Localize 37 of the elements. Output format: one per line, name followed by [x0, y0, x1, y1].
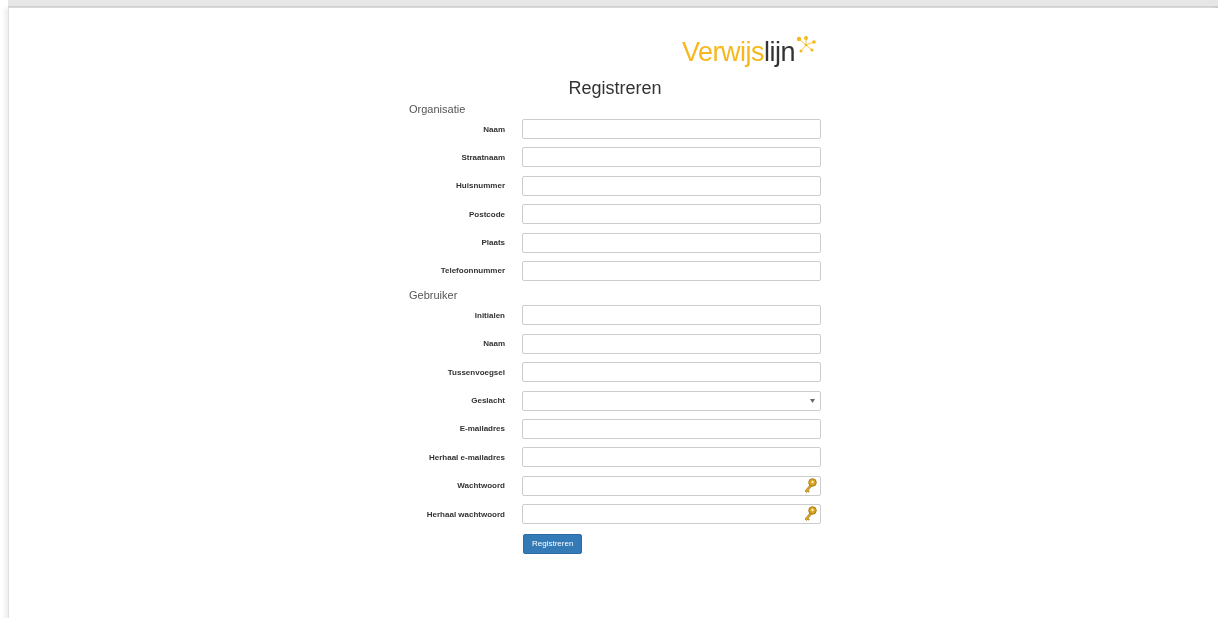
field-label: Straatnaam	[460, 152, 506, 162]
field-label: E-mailadres	[458, 424, 506, 434]
key-icon	[803, 477, 817, 494]
text-field[interactable]	[522, 260, 821, 281]
field-label: Herhaal e-mailadres	[427, 452, 506, 462]
text-field[interactable]	[522, 119, 821, 139]
text-field[interactable]	[522, 305, 821, 326]
field-label: Tussenvoegsel	[446, 367, 506, 377]
password-field[interactable]	[522, 504, 821, 525]
page-title: Registreren	[567, 77, 663, 99]
register-button[interactable]: Registreren	[523, 533, 583, 554]
text-field[interactable]	[522, 362, 821, 383]
field-label: Wachtwoord	[456, 481, 506, 491]
text-field[interactable]	[522, 333, 821, 354]
text-field[interactable]	[522, 147, 821, 168]
logo-text: Verwijs	[681, 36, 764, 69]
text-field[interactable]	[522, 204, 821, 225]
section-heading: Organisatie	[409, 103, 467, 116]
field-label: Initialen	[473, 310, 506, 320]
text-field[interactable]	[522, 232, 821, 253]
field-label: Plaats	[480, 238, 506, 248]
field-label: Geslacht	[470, 396, 506, 405]
text-field[interactable]	[522, 447, 821, 468]
field-label: Naam	[482, 339, 506, 349]
caret-icon	[810, 398, 815, 403]
password-field[interactable]	[522, 475, 821, 496]
dropdown-field[interactable]	[522, 390, 821, 411]
text-field[interactable]	[522, 175, 821, 196]
field-label: Postcode	[468, 209, 506, 219]
field-label: Herhaal wachtwoord	[425, 509, 506, 519]
logo-text: lijn	[764, 36, 795, 69]
field-label: Naam	[482, 124, 506, 134]
text-field[interactable]	[522, 418, 821, 439]
field-label: Huisnummer	[455, 181, 506, 191]
field-label: Telefoonnummer	[439, 266, 506, 276]
section-heading: Gebruiker	[409, 289, 459, 303]
key-icon	[803, 506, 817, 523]
